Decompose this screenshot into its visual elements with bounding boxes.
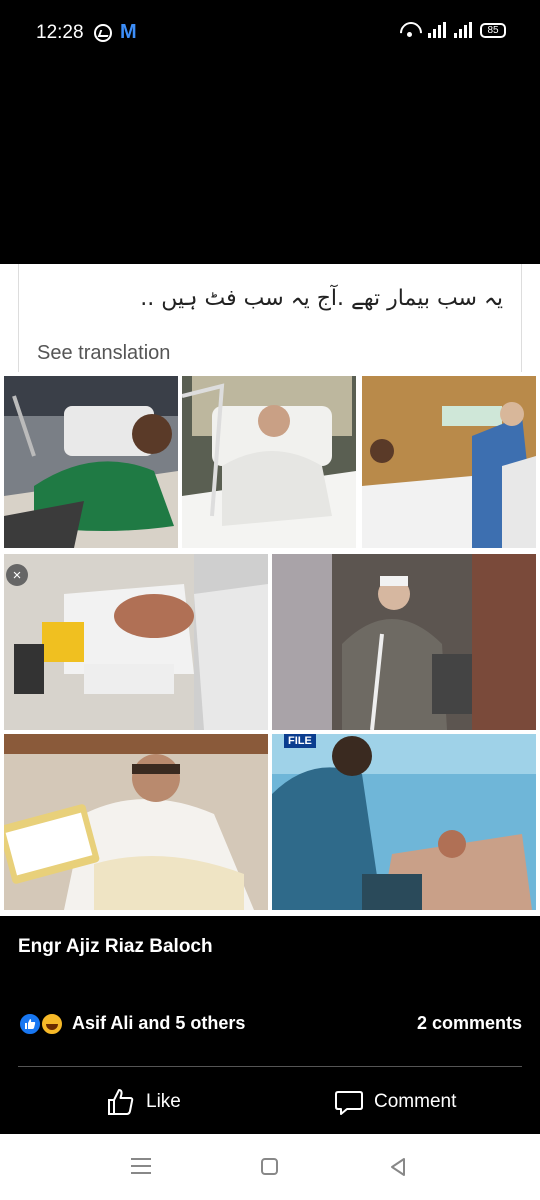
menu-icon[interactable]: [131, 1158, 151, 1174]
photo-hospital-5[interactable]: [272, 554, 536, 730]
thumbs-up-icon: [108, 1089, 134, 1115]
status-icons: 85: [400, 22, 506, 38]
file-tag: FILE: [284, 734, 316, 748]
comment-button[interactable]: Comment: [334, 1086, 456, 1118]
close-icon[interactable]: ×: [6, 564, 28, 586]
post-caption: یہ سب بیمار تھے .آج یہ سب فٹ ہیں ..: [140, 286, 503, 311]
reactions-row[interactable]: Asif Ali and 5 others 2 comments: [18, 1010, 522, 1038]
status-time: 12:28: [36, 22, 84, 43]
comments-count[interactable]: 2 comments: [417, 1013, 522, 1034]
shared-post-header: یہ سب بیمار تھے .آج یہ سب فٹ ہیں .. See …: [18, 264, 522, 372]
gmail-icon: M: [120, 21, 137, 43]
top-spacer: [0, 64, 540, 264]
reactors-text[interactable]: Asif Ali and 5 others: [72, 1013, 245, 1034]
messenger-icon: [94, 24, 112, 42]
wifi-icon: [400, 22, 420, 38]
photo-hospital-6[interactable]: [4, 734, 268, 910]
home-icon[interactable]: [261, 1158, 278, 1175]
reaction-icons: [18, 1012, 68, 1036]
photo-hospital-4[interactable]: [4, 554, 268, 730]
photo-hospital-3[interactable]: [362, 376, 536, 548]
signal-icon: [428, 22, 446, 38]
divider: [18, 1066, 522, 1067]
photo-hospital-1[interactable]: [4, 376, 178, 548]
back-icon[interactable]: [388, 1157, 408, 1177]
see-translation-link[interactable]: See translation: [37, 342, 170, 365]
comment-label: Comment: [374, 1091, 457, 1112]
speech-bubble-icon: [335, 1091, 363, 1115]
haha-reaction-icon: [40, 1012, 64, 1036]
like-reaction-icon: [18, 1012, 42, 1036]
post-image[interactable]: یہ سب بیمار تھے .آج یہ سب فٹ ہیں .. See …: [0, 264, 540, 916]
photo-hospital-7[interactable]: [272, 734, 536, 910]
post-author[interactable]: Engr Ajiz Riaz Baloch: [18, 936, 213, 958]
battery-icon: 85: [480, 22, 506, 38]
photo-hospital-2[interactable]: [182, 376, 356, 548]
navigation-bar: [0, 1134, 540, 1200]
status-bar: 12:28 M 85: [0, 0, 540, 64]
like-label: Like: [146, 1091, 181, 1112]
signal-icon-2: [454, 22, 472, 38]
like-button[interactable]: Like: [106, 1086, 181, 1118]
